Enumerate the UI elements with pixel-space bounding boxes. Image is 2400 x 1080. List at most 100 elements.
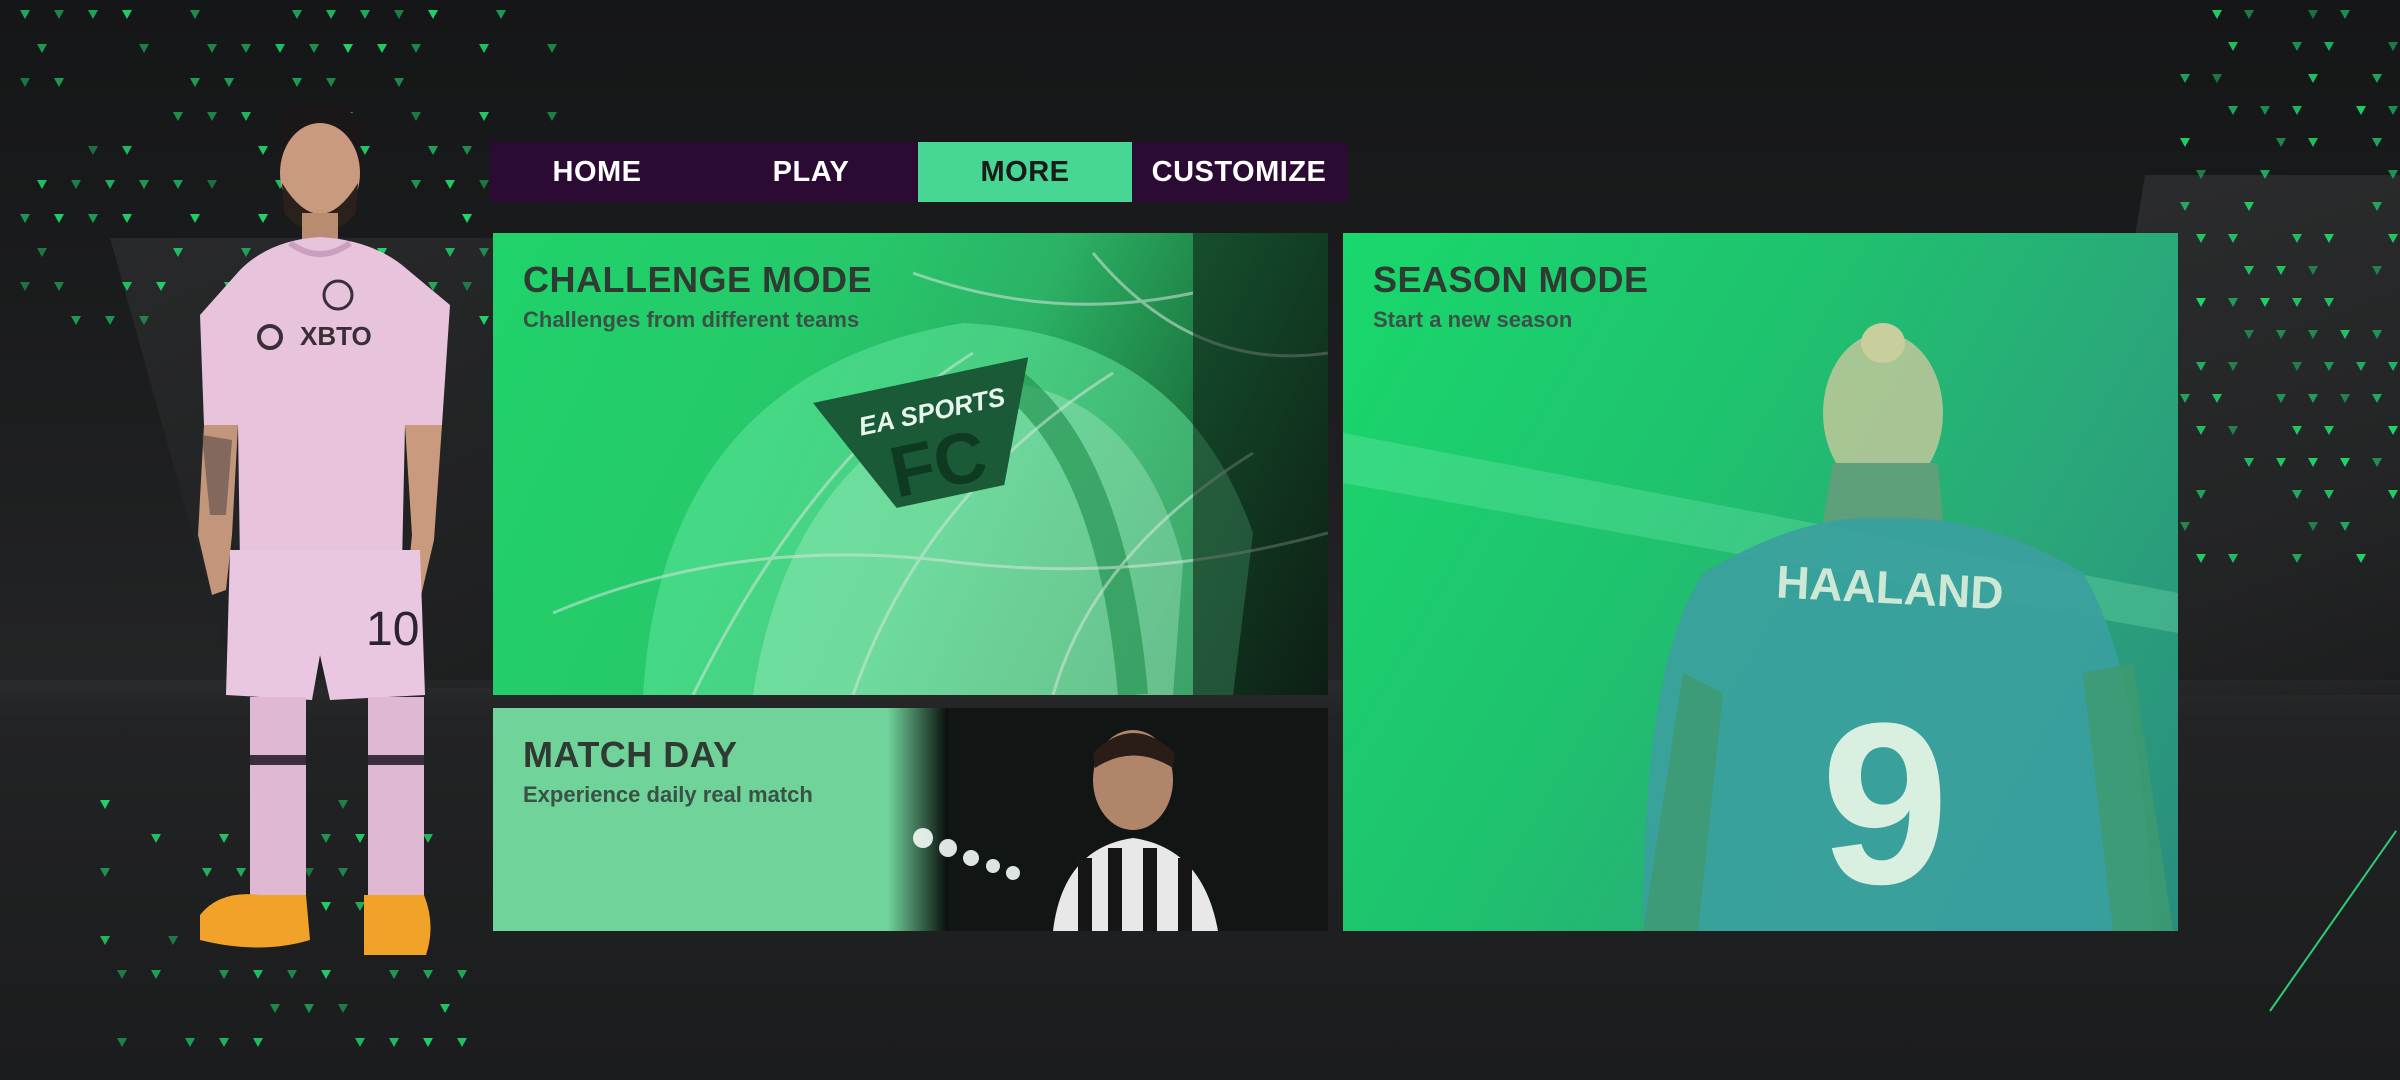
triangle-dot <box>2324 426 2334 435</box>
triangle-dot <box>190 78 200 87</box>
triangle-dot <box>100 936 110 945</box>
triangle-dot <box>2196 298 2206 307</box>
triangle-dot <box>355 1038 365 1047</box>
triangle-dot <box>2196 554 2206 563</box>
triangle-dot <box>479 112 489 121</box>
triangle-dot <box>2292 234 2302 243</box>
player-character: XBTO 10 <box>198 103 450 955</box>
challenge-mode-card[interactable]: EA SPORTS FC CHALLENGE MODE Challenges f… <box>493 233 1328 695</box>
triangle-dot <box>71 180 81 189</box>
triangle-dot <box>88 214 98 223</box>
triangle-dot <box>423 1038 433 1047</box>
triangle-dot <box>2388 490 2398 499</box>
triangle-dot <box>2228 298 2238 307</box>
triangle-dot <box>2388 234 2398 243</box>
card-subtitle: Experience daily real match <box>523 782 813 807</box>
shorts-number: 10 <box>366 603 419 656</box>
triangle-dot <box>2292 106 2302 115</box>
triangle-dot <box>2212 10 2222 19</box>
triangle-dot <box>122 146 132 155</box>
triangle-dot <box>2292 362 2302 371</box>
triangle-dot <box>2324 42 2334 51</box>
triangle-dot <box>2260 298 2270 307</box>
triangle-dot <box>185 1038 195 1047</box>
triangle-dot <box>2244 330 2254 339</box>
triangle-dot <box>2212 394 2222 403</box>
triangle-dot <box>2244 266 2254 275</box>
tab-home[interactable]: HOME <box>490 142 704 202</box>
triangle-dot <box>100 868 110 877</box>
triangle-dot <box>2388 42 2398 51</box>
triangle-dot <box>2260 170 2270 179</box>
triangle-dot <box>479 248 489 257</box>
triangle-dot <box>2276 458 2286 467</box>
triangle-dot <box>100 800 110 809</box>
triangle-dot <box>2276 138 2286 147</box>
triangle-dot <box>54 214 64 223</box>
triangle-dot <box>2244 458 2254 467</box>
triangle-dot <box>2356 554 2366 563</box>
triangle-dot <box>2308 10 2318 19</box>
card-subtitle: Start a new season <box>1373 307 1573 332</box>
triangle-dot <box>479 44 489 53</box>
triangle-dot <box>224 78 234 87</box>
triangle-dot <box>440 1004 450 1013</box>
triangle-dot <box>2276 266 2286 275</box>
triangle-dot <box>2196 426 2206 435</box>
triangle-dot <box>270 1004 280 1013</box>
triangle-dot <box>2324 362 2334 371</box>
triangle-dot <box>2228 362 2238 371</box>
triangle-dot <box>2180 138 2190 147</box>
triangle-dot <box>139 316 149 325</box>
tab-play[interactable]: PLAY <box>704 142 918 202</box>
triangle-dot <box>2308 458 2318 467</box>
triangle-dot <box>2372 330 2382 339</box>
triangle-dot <box>2372 266 2382 275</box>
triangle-dot <box>2356 106 2366 115</box>
triangle-dot <box>2228 234 2238 243</box>
triangle-dot <box>2372 74 2382 83</box>
triangle-dot <box>2292 554 2302 563</box>
tab-customize[interactable]: CUSTOMIZE <box>1132 142 1346 202</box>
triangle-dot <box>2388 426 2398 435</box>
triangle-dot <box>2244 202 2254 211</box>
triangle-dot <box>2228 106 2238 115</box>
triangle-dot <box>389 1038 399 1047</box>
triangle-dot <box>394 78 404 87</box>
triangle-dot <box>20 214 30 223</box>
triangle-dot <box>343 44 353 53</box>
triangle-dot <box>292 78 302 87</box>
season-mode-card[interactable]: HAALAND 9 SEASON MODE Start a new season <box>1343 233 2178 931</box>
triangle-pattern-right <box>2180 10 2398 570</box>
triangle-dot <box>2292 490 2302 499</box>
triangle-dot <box>253 1038 263 1047</box>
triangle-dot <box>105 180 115 189</box>
triangle-dot <box>2340 458 2350 467</box>
triangle-dot <box>54 78 64 87</box>
triangle-dot <box>20 282 30 291</box>
triangle-dot <box>2308 330 2318 339</box>
tab-more[interactable]: MORE <box>918 142 1132 202</box>
triangle-dot <box>2340 522 2350 531</box>
triangle-dot <box>2180 522 2190 531</box>
game-menu-screen: XBTO 10 HOME PLAY MORE CUSTOMIZE EA SPOR… <box>0 0 2400 1080</box>
triangle-dot <box>2340 330 2350 339</box>
season-mode-artwork: HAALAND 9 <box>1343 323 2178 931</box>
triangle-dot <box>37 44 47 53</box>
triangle-dot <box>2196 234 2206 243</box>
triangle-dot <box>2372 458 2382 467</box>
main-nav-tabs: HOME PLAY MORE CUSTOMIZE <box>490 142 1348 202</box>
triangle-dot <box>304 1004 314 1013</box>
triangle-dot <box>2308 138 2318 147</box>
triangle-dot <box>2196 362 2206 371</box>
triangle-dot <box>496 10 506 19</box>
match-day-card[interactable]: MATCH DAY Experience daily real match <box>493 708 1328 931</box>
triangle-dot <box>2324 490 2334 499</box>
card-title: CHALLENGE MODE <box>523 259 872 300</box>
triangle-dot <box>2308 522 2318 531</box>
triangle-dot <box>292 10 302 19</box>
triangle-dot <box>2372 138 2382 147</box>
jersey-number: 9 <box>1821 675 1949 931</box>
triangle-dot <box>117 970 127 979</box>
triangle-dot <box>168 936 178 945</box>
